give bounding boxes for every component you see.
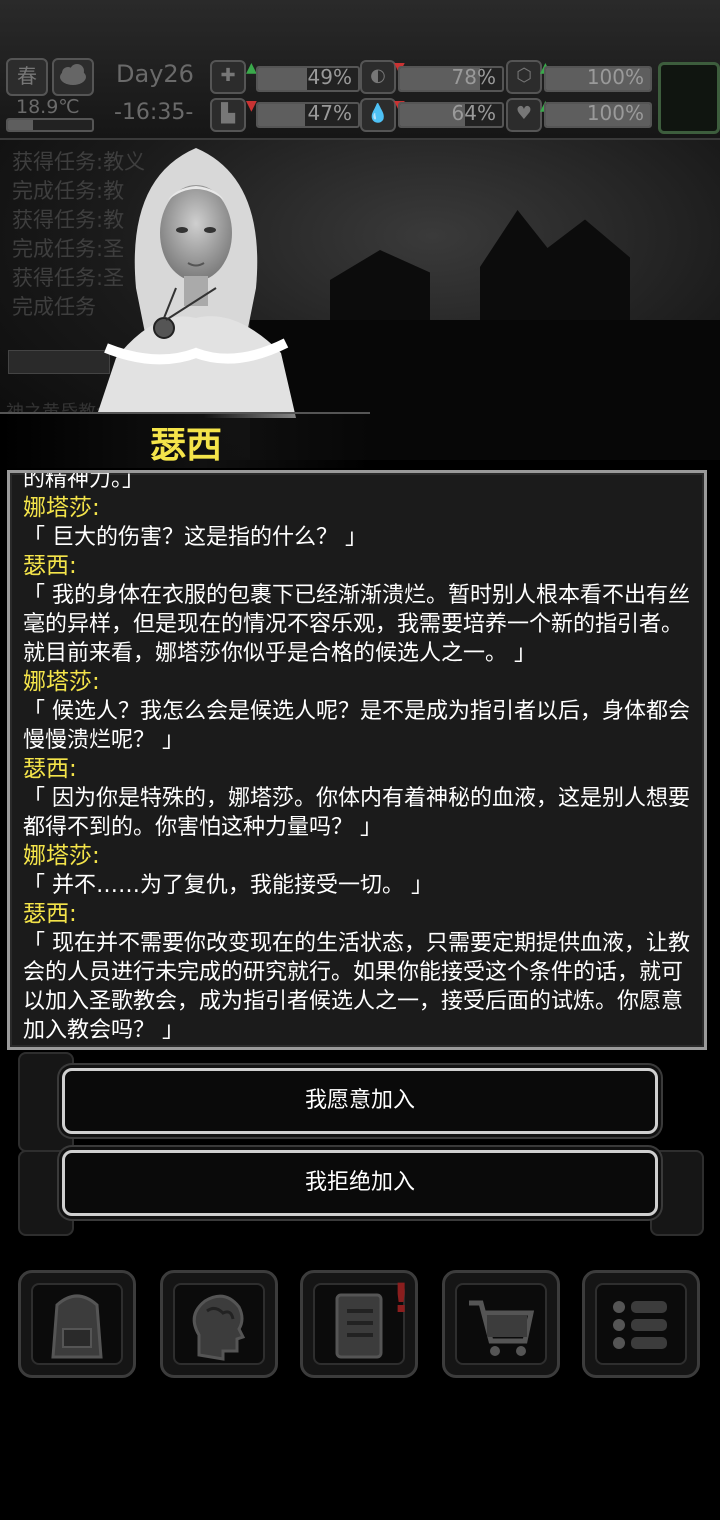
character-portrait xyxy=(96,148,296,418)
dialog-text: 的精神力。」 娜塔莎: 「 巨大的伤害？这是指的什么？ 」 瑟西: 「 我的身体… xyxy=(23,470,695,1045)
dialog-box[interactable]: 的精神力。」 娜塔莎: 「 巨大的伤害？这是指的什么？ 」 瑟西: 「 我的身体… xyxy=(7,470,707,1050)
stomach-icon: ◐ xyxy=(360,60,396,94)
equipment-slot[interactable] xyxy=(658,62,720,134)
dialog-speaker: 瑟西: xyxy=(23,756,77,782)
dialog-speaker: 瑟西: xyxy=(23,901,77,927)
shopping-cart-icon xyxy=(469,1300,535,1356)
dialog-speaker: 瑟西: xyxy=(23,553,77,579)
dialog-line: 「 现在并不需要你改变现在的生活状态，只需要定期提供血液，让教会的人员进行未完成… xyxy=(23,931,690,1043)
mood-bar: 100% xyxy=(544,102,652,128)
boot-icon: ▙ xyxy=(210,98,246,132)
dialog-cutoff-line: 的精神力。」 xyxy=(23,470,145,492)
backpack-icon xyxy=(51,1294,103,1359)
brain-icon xyxy=(192,1294,246,1361)
dialog-line: 「 因为你是特殊的，娜塔莎。你体内有着神秘的血液，这是别人想要都得不到的。你害怕… xyxy=(23,786,690,840)
action-slot-right xyxy=(650,1150,704,1236)
dialog-line: 「 并不……为了复仇，我能接受一切。 」 xyxy=(23,873,433,898)
water-drop-icon: 💧 xyxy=(360,98,396,132)
defense-bar: 100% xyxy=(544,66,652,92)
cloud-weather-icon xyxy=(52,58,94,96)
dialog-line: 「 候选人？我怎么会是候选人呢？是不是成为指引者以后，身体都会慢慢溃烂呢？ 」 xyxy=(23,699,690,753)
dialog-line: 「 我的身体在衣服的包裹下已经渐渐溃烂。暂时别人根本看不出有丝毫的异样，但是现在… xyxy=(23,583,690,666)
skills-button[interactable] xyxy=(160,1270,278,1378)
dialog-speaker: 娜塔莎: xyxy=(23,843,100,869)
heart-icon: ♥ xyxy=(506,98,542,132)
progress-stub xyxy=(8,350,110,374)
temperature-bar xyxy=(6,118,94,132)
menu-icon xyxy=(613,1301,667,1349)
status-bar: 春 18.9℃ Day26 -16:35- ✚ ▲ 49% ◐ ▼ 78% ⬡ … xyxy=(0,0,720,140)
medkit-icon: ✚ xyxy=(210,60,246,94)
hunger-bar: 78% xyxy=(398,66,504,92)
shop-button[interactable] xyxy=(442,1270,560,1378)
thirst-bar: 64% xyxy=(398,102,504,128)
dialog-speaker: 娜塔莎: xyxy=(23,669,100,695)
time-label: -16:35- xyxy=(114,100,194,125)
dialog-line: 「 巨大的伤害？这是指的什么？ 」 xyxy=(23,525,367,550)
refuse-join-button[interactable]: 我拒绝加入 xyxy=(62,1150,658,1216)
stamina-bar: 47% xyxy=(256,102,360,128)
dialog-speaker: 娜塔莎: xyxy=(23,495,100,521)
speaker-name: 瑟西 xyxy=(150,425,223,466)
day-label: Day26 xyxy=(116,60,194,88)
season-icon: 春 xyxy=(6,58,48,96)
accept-join-button[interactable]: 我愿意加入 xyxy=(62,1068,658,1134)
backpack-button[interactable] xyxy=(18,1270,136,1378)
health-bar: 49% xyxy=(256,66,360,92)
notes-icon xyxy=(335,1293,383,1359)
menu-button[interactable] xyxy=(582,1270,700,1378)
temperature-label: 18.9℃ xyxy=(16,96,80,118)
notes-alert-badge: ! xyxy=(392,1276,411,1322)
shield-icon: ⬡ xyxy=(506,60,542,94)
